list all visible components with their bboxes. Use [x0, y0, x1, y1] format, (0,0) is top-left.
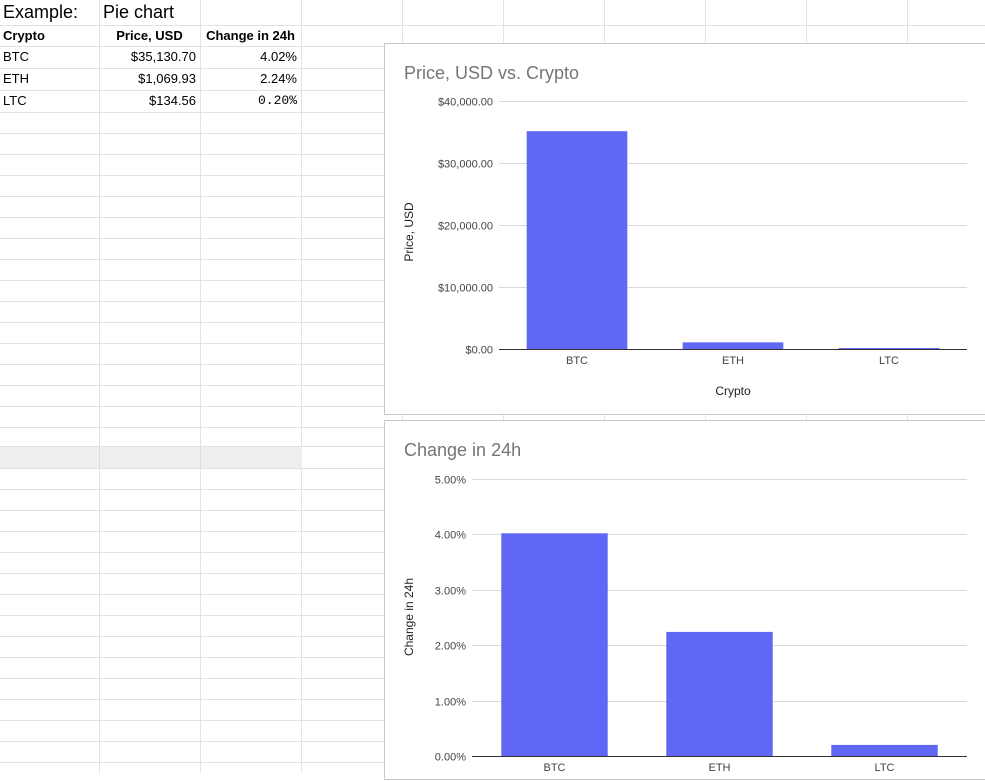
change-chart-svg: Change in 24h 0.00% 1.00% 2.00% 3.00% 4.00% 5…	[402, 440, 967, 774]
y-axis-label: Change in 24h	[402, 578, 416, 656]
y-tick-label: $30,000.00	[438, 159, 493, 171]
x-tick-label: BTC	[544, 762, 566, 774]
x-axis-label: Crypto	[715, 384, 751, 398]
y-tick-label: 1.00%	[435, 697, 466, 709]
header-price-usd[interactable]: Price, USD	[99, 25, 200, 46]
bar-eth[interactable]	[682, 342, 784, 349]
price-bar-chart[interactable]: Price, USD vs. Crypto $0.00 $10,000.00 $20…	[384, 43, 985, 415]
cell-change-eth[interactable]: 2.24%	[200, 68, 301, 90]
y-tick-label: 3.00%	[435, 586, 466, 598]
header-change-24h[interactable]: Change in 24h	[200, 25, 301, 46]
x-tick-label: LTC	[875, 762, 895, 774]
bar-ltc[interactable]	[831, 744, 938, 756]
y-tick-label: $20,000.00	[438, 221, 493, 233]
chart-title: Change in 24h	[404, 440, 521, 460]
bar-eth[interactable]	[666, 631, 773, 756]
y-axis-label: Price, USD	[402, 202, 416, 262]
cell-crypto-btc[interactable]: BTC	[0, 46, 99, 68]
cell-b1[interactable]: Pie chart	[99, 0, 200, 25]
bar-btc[interactable]	[526, 131, 628, 349]
separator-band	[0, 447, 302, 468]
cell-price-btc[interactable]: $35,130.70	[99, 46, 200, 68]
y-tick-label: $40,000.00	[438, 97, 493, 109]
cell-crypto-eth[interactable]: ETH	[0, 68, 99, 90]
change-bar-chart[interactable]: Change in 24h 0.00% 1.00% 2.00% 3.00% 4.00% 5…	[384, 420, 985, 780]
cell-change-btc[interactable]: 4.02%	[200, 46, 301, 68]
y-tick-label: 0.00%	[435, 752, 466, 764]
y-tick-label: $10,000.00	[438, 283, 493, 295]
cell-crypto-ltc[interactable]: LTC	[0, 90, 99, 112]
x-tick-label: LTC	[879, 355, 899, 367]
x-tick-label: ETH	[722, 355, 744, 367]
bar-btc[interactable]	[501, 533, 608, 756]
y-tick-label: 4.00%	[435, 530, 466, 542]
cell-price-eth[interactable]: $1,069.93	[99, 68, 200, 90]
cell-change-ltc[interactable]: 0.20%	[200, 90, 301, 112]
price-chart-svg: Price, USD vs. Crypto $0.00 $10,000.00 $20…	[402, 63, 967, 398]
chart-title: Price, USD vs. Crypto	[404, 63, 579, 83]
bar-ltc[interactable]	[838, 348, 940, 349]
y-tick-label: $0.00	[465, 345, 493, 357]
y-tick-label: 2.00%	[435, 641, 466, 653]
x-tick-label: BTC	[566, 355, 588, 367]
x-tick-label: ETH	[709, 762, 731, 774]
header-crypto[interactable]: Crypto	[0, 25, 99, 46]
y-tick-label: 5.00%	[435, 475, 466, 487]
cell-a1[interactable]: Example:	[0, 0, 99, 25]
cell-price-ltc[interactable]: $134.56	[99, 90, 200, 112]
